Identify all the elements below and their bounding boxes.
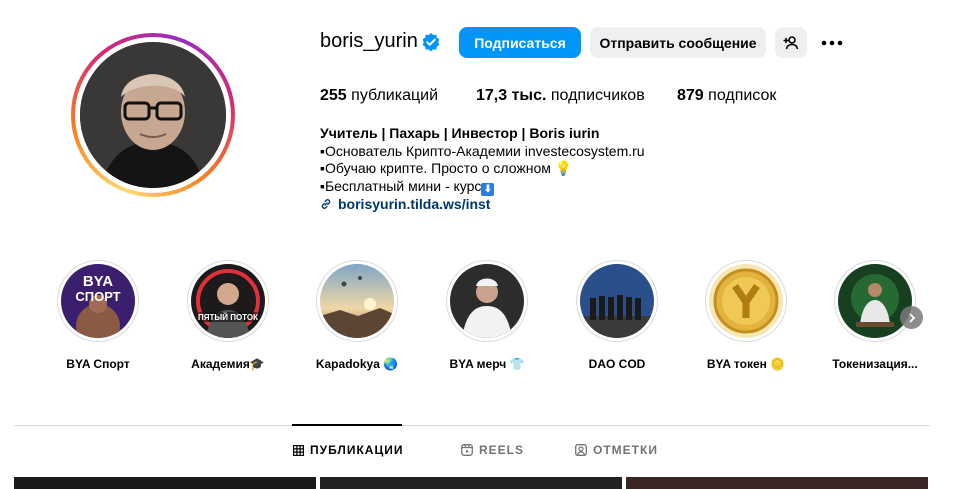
tabs-divider [14,425,930,426]
highlight-ring [316,260,398,342]
highlight-label: BYA Спорт [66,357,130,371]
grid-icon [293,444,304,456]
active-tab-indicator [292,424,402,426]
bio-line: ▪Основатель Крипто-Академии investecosys… [320,142,645,159]
highlight-ring: ПЯТЫЙ ПОТОК [187,260,269,342]
highlight-cover [709,264,783,338]
posts-count-value: 255 [320,87,347,104]
bio-line: ▪Обучаю крипте. Просто о сложном 💡 [320,160,573,176]
link-icon [321,199,331,210]
tab-posts[interactable]: ПУБЛИКАЦИИ [293,443,403,457]
svg-text:ПЯТЫЙ ПОТОК: ПЯТЫЙ ПОТОК [198,313,258,322]
tab-tagged-label: ОТМЕТКИ [593,443,658,457]
highlight-bya-sport[interactable]: BYA СПОРТ BYA Спорт [38,260,158,371]
svg-text:BYA: BYA [83,273,113,290]
highlight-label: Академия🎓 [191,357,265,371]
tab-tagged[interactable]: ОТМЕТКИ [575,443,658,457]
highlights-next-button[interactable] [900,306,923,329]
highlight-ring [576,260,658,342]
bio: Учитель | Пахарь | Инвестор | Boris iuri… [320,125,645,213]
tagged-icon [575,444,587,456]
post-thumbnail[interactable] [14,477,316,489]
highlight-cover [838,264,912,338]
send-message-button[interactable]: Отправить сообщение [590,27,766,58]
bio-line-text: ▪Бесплатный мини - курс [320,177,482,194]
avatar[interactable] [80,42,226,188]
bio-name: Учитель | Пахарь | Инвестор | Boris iuri… [320,125,600,141]
following-link[interactable]: 879 подписок [677,87,776,105]
highlight-cover: ПЯТЫЙ ПОТОК [191,264,265,338]
tab-posts-label: ПУБЛИКАЦИИ [310,443,404,457]
post-thumbnail[interactable] [320,477,622,489]
highlight-cover [450,264,524,338]
highlight-ring: BYA СПОРТ [57,260,139,342]
posts-count-label: публикаций [346,87,438,104]
followers-count-label: подписчиков [546,87,645,104]
reels-icon [461,444,473,456]
highlight-label: BYA мерч 👕 [449,357,525,371]
tab-reels[interactable]: REELS [461,443,524,457]
username: boris_yurin [320,30,418,52]
highlight-dao-cod[interactable]: DAO COD [557,260,677,371]
more-options-button[interactable] [818,27,846,58]
add-person-icon [783,35,799,49]
following-count-value: 879 [677,87,704,104]
followers-link[interactable]: 17,3 тыс. подписчиков [476,87,645,105]
bio-link-text: borisyurin.tilda.ws/inst [338,195,491,212]
highlight-label: Токенизация... [832,357,918,371]
highlight-label: DAO COD [588,357,646,371]
followers-count-value: 17,3 тыс. [476,87,547,104]
profile-avatar-story-ring[interactable] [71,33,235,197]
posts-count: 255 публикаций [320,87,438,105]
highlight-label: Kapadokya 🌏 [315,357,399,371]
svg-text:СПОРТ: СПОРТ [75,289,120,304]
suggested-accounts-button[interactable] [775,27,807,58]
highlight-ring [834,260,916,342]
highlight-ring [446,260,528,342]
highlight-ring [705,260,787,342]
down-arrow-emoji: ⬇ [481,182,495,196]
bio-link[interactable]: borisyurin.tilda.ws/inst [320,196,645,214]
avatar-photo [80,42,226,188]
verified-badge-icon [422,33,440,52]
highlight-cover [580,264,654,338]
highlight-bya-token[interactable]: BYA токен 🪙 [686,260,806,371]
follow-button[interactable]: Подписаться [459,27,581,58]
highlight-bya-merch[interactable]: BYA мерч 👕 [427,260,547,371]
highlight-label: BYA токен 🪙 [706,357,786,371]
highlight-kapadokya[interactable]: Kapadokya 🌏 [297,260,417,371]
bio-line: ▪Бесплатный мини - курс ⬇ [320,178,645,196]
highlight-cover [320,264,394,338]
more-dots-icon [821,40,843,45]
chevron-right-icon [908,312,915,323]
highlight-cover: BYA СПОРТ [61,264,135,338]
post-thumbnail[interactable] [626,477,928,489]
following-count-label: подписок [703,87,777,104]
highlight-academy[interactable]: ПЯТЫЙ ПОТОК Академия🎓 [168,260,288,371]
tab-reels-label: REELS [479,443,525,457]
